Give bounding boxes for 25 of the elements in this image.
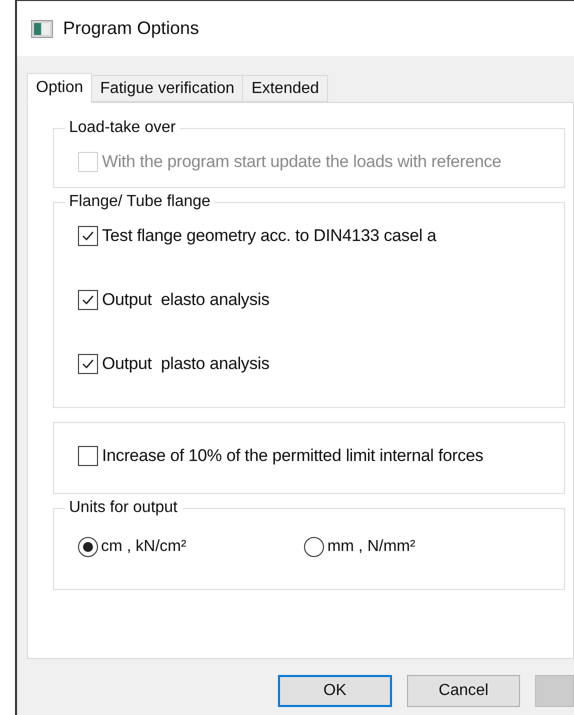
checkbox-label: Output elasto analysis	[102, 289, 270, 312]
checkmark-icon	[81, 293, 95, 307]
checkmark-icon	[81, 229, 95, 243]
dialog-button[interactable]: OK	[278, 675, 392, 707]
checkbox[interactable]	[78, 446, 98, 466]
tab[interactable]: Extended	[242, 75, 328, 102]
checkbox[interactable]	[78, 354, 98, 374]
checkbox-label: Increase of 10% of the permitted limit internal forces	[102, 445, 484, 468]
checkbox[interactable]	[78, 290, 98, 310]
radio-button[interactable]	[78, 537, 98, 557]
checkbox-label: Output plasto analysis	[102, 353, 270, 376]
radio-label: mm , N/mm²	[327, 537, 416, 557]
tab[interactable]: Option	[27, 73, 92, 103]
checkmark-icon	[81, 357, 95, 371]
radio-button[interactable]	[304, 537, 324, 557]
window-title: Program Options	[63, 17, 200, 40]
checkbox[interactable]	[78, 226, 98, 246]
checkbox-label: With the program start update the loads with reference	[102, 151, 502, 174]
checkbox-label: Test flange geometry acc. to DIN4133 casel a	[102, 225, 436, 248]
radio-label: cm , kN/cm²	[101, 537, 186, 557]
group-title: Flange/ Tube flange	[65, 192, 214, 212]
app-icon	[31, 20, 53, 38]
group-title: Units for output	[65, 498, 182, 518]
dialog-button[interactable]: Cancel	[406, 675, 520, 707]
tab[interactable]: Fatigue verification	[91, 75, 244, 102]
